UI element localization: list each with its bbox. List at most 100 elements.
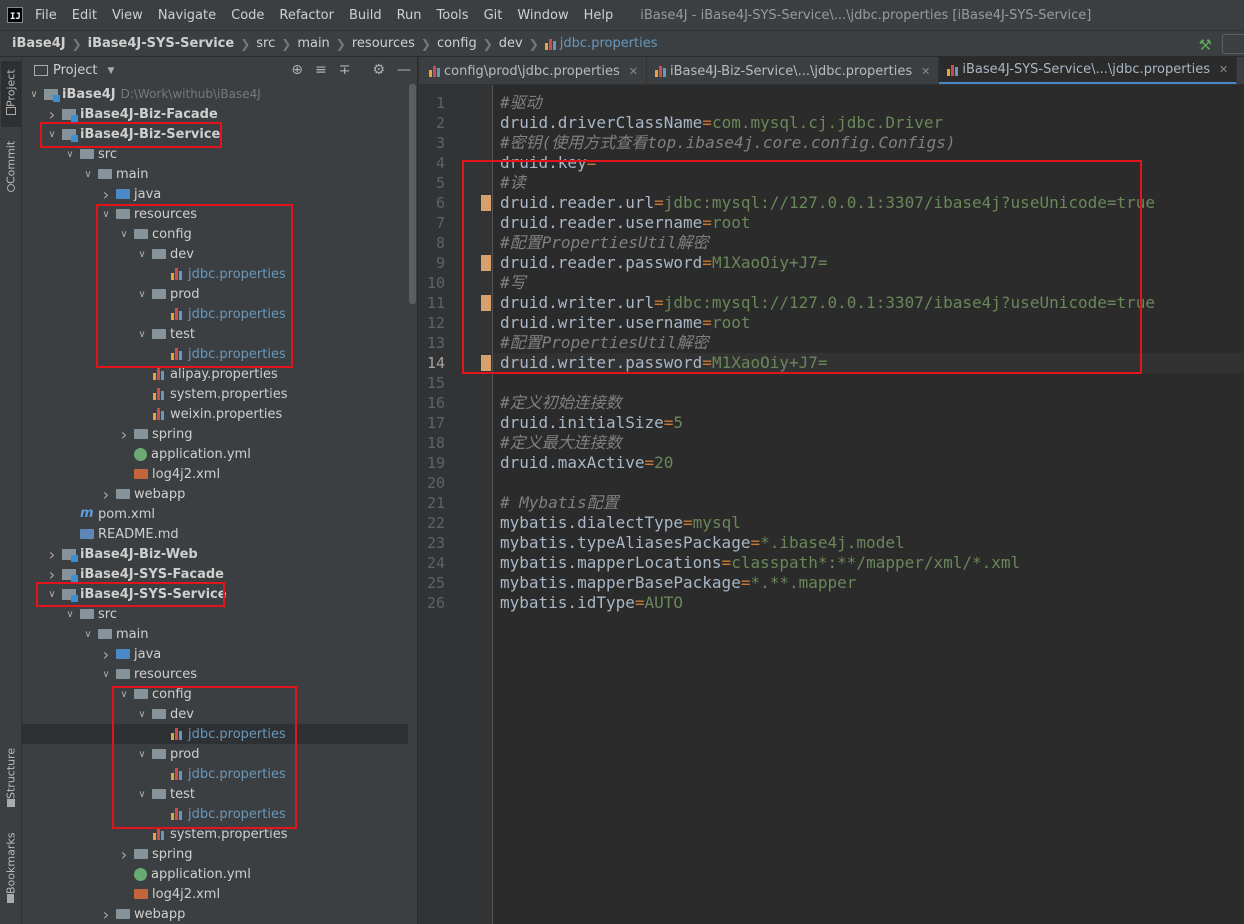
tree-item[interactable]: ∨ main bbox=[22, 164, 408, 184]
tree-item[interactable]: ›system.properties bbox=[22, 824, 408, 844]
collapse-all-icon[interactable]: ∓ bbox=[339, 62, 351, 78]
chevron-down-icon[interactable]: ∨ bbox=[82, 169, 94, 180]
code-line[interactable]: #定义最大连接数 bbox=[493, 433, 1244, 453]
chevron-down-icon[interactable]: ∨ bbox=[46, 589, 58, 600]
close-icon[interactable]: ✕ bbox=[629, 65, 638, 78]
tree-item[interactable]: ∨ resources bbox=[22, 204, 408, 224]
code-line[interactable]: mybatis.typeAliasesPackage=*.ibase4j.mod… bbox=[493, 533, 1244, 553]
tree-item[interactable]: ›jdbc.properties bbox=[22, 344, 408, 364]
editor-tab[interactable]: CsrfFilt bbox=[1237, 57, 1244, 84]
breadcrumb-item[interactable]: src bbox=[256, 36, 275, 51]
tree-item[interactable]: ›alipay.properties bbox=[22, 364, 408, 384]
hide-panel-icon[interactable]: — bbox=[397, 62, 411, 78]
tool-tab-commit[interactable]: Commit bbox=[1, 137, 21, 199]
menu-item-navigate[interactable]: Navigate bbox=[158, 8, 216, 23]
code-line[interactable]: #写 bbox=[493, 273, 1244, 293]
tree-item[interactable]: ›application.yml bbox=[22, 864, 408, 884]
code-line[interactable]: druid.driverClassName=com.mysql.cj.jdbc.… bbox=[493, 113, 1244, 133]
chevron-down-icon[interactable]: ∨ bbox=[136, 289, 148, 300]
code-line[interactable]: druid.writer.password=M1XaoOiy+J7= bbox=[493, 353, 1244, 373]
tree-item[interactable]: › iBase4J-SYS-Facade bbox=[22, 564, 408, 584]
chevron-down-icon[interactable]: ∨ bbox=[82, 629, 94, 640]
expand-all-icon[interactable]: ≡ bbox=[315, 62, 327, 78]
code-line[interactable]: mybatis.idType=AUTO bbox=[493, 593, 1244, 613]
breadcrumb-item[interactable]: dev bbox=[499, 36, 523, 51]
code-line[interactable]: mybatis.dialectType=mysql bbox=[493, 513, 1244, 533]
breadcrumb-item[interactable]: config bbox=[437, 36, 477, 51]
menu-item-view[interactable]: View bbox=[112, 8, 143, 23]
run-configuration-button[interactable] bbox=[1222, 34, 1244, 54]
code-line[interactable]: druid.reader.url=jdbc:mysql://127.0.0.1:… bbox=[493, 193, 1244, 213]
chevron-right-icon[interactable]: › bbox=[46, 565, 58, 584]
tool-tab-structure[interactable]: Structure bbox=[1, 743, 21, 815]
tree-item[interactable]: ∨ src bbox=[22, 144, 408, 164]
tool-tab-project[interactable]: Project bbox=[1, 61, 21, 127]
change-marker[interactable] bbox=[481, 255, 491, 271]
tree-item[interactable]: › java bbox=[22, 644, 408, 664]
chevron-down-icon[interactable]: ∨ bbox=[118, 689, 130, 700]
code-line[interactable]: druid.initialSize=5 bbox=[493, 413, 1244, 433]
intellij-logo-icon[interactable]: IJ bbox=[7, 7, 23, 23]
chevron-right-icon[interactable]: › bbox=[100, 485, 112, 504]
menu-item-edit[interactable]: Edit bbox=[72, 8, 97, 23]
chevron-down-icon[interactable]: ∨ bbox=[46, 129, 58, 140]
tree-item[interactable]: › iBase4J-Biz-Facade bbox=[22, 104, 408, 124]
tree-item[interactable]: › spring bbox=[22, 424, 408, 444]
chevron-down-icon[interactable]: ∨ bbox=[118, 229, 130, 240]
chevron-down-icon[interactable]: ∨ bbox=[64, 609, 76, 620]
code-line[interactable]: mybatis.mapperBasePackage=*.**.mapper bbox=[493, 573, 1244, 593]
code-line[interactable]: druid.maxActive=20 bbox=[493, 453, 1244, 473]
tree-item[interactable]: ›jdbc.properties bbox=[22, 304, 408, 324]
close-icon[interactable]: ✕ bbox=[1219, 63, 1228, 76]
tree-item[interactable]: ∨ test bbox=[22, 324, 408, 344]
menu-item-window[interactable]: Window bbox=[517, 8, 568, 23]
tree-item[interactable]: › webapp bbox=[22, 484, 408, 504]
chevron-down-icon[interactable]: ▼ bbox=[107, 66, 114, 76]
code-line[interactable]: druid.writer.url=jdbc:mysql://127.0.0.1:… bbox=[493, 293, 1244, 313]
menu-item-git[interactable]: Git bbox=[484, 8, 503, 23]
tree-item[interactable]: ∨ dev bbox=[22, 244, 408, 264]
chevron-down-icon[interactable]: ∨ bbox=[28, 89, 40, 100]
code-line[interactable]: mybatis.mapperLocations=classpath*:**/ma… bbox=[493, 553, 1244, 573]
tree-item[interactable]: ›mpom.xml bbox=[22, 504, 408, 524]
menu-item-refactor[interactable]: Refactor bbox=[279, 8, 334, 23]
tree-item[interactable]: ∨ prod bbox=[22, 284, 408, 304]
tree-item[interactable]: ∨ config bbox=[22, 224, 408, 244]
tree-item[interactable]: ∨ src bbox=[22, 604, 408, 624]
change-marker[interactable] bbox=[481, 355, 491, 371]
tree-item[interactable]: ›jdbc.properties bbox=[22, 264, 408, 284]
code-line[interactable]: #读 bbox=[493, 173, 1244, 193]
chevron-right-icon[interactable]: › bbox=[46, 545, 58, 564]
editor-tab[interactable]: config\prod\jdbc.properties ✕ bbox=[419, 57, 648, 84]
chevron-right-icon[interactable]: › bbox=[100, 185, 112, 204]
tree-item[interactable]: ∨ prod bbox=[22, 744, 408, 764]
code-line[interactable]: # Mybatis配置 bbox=[493, 493, 1244, 513]
tree-item[interactable]: ∨ dev bbox=[22, 704, 408, 724]
menu-item-build[interactable]: Build bbox=[349, 8, 382, 23]
change-marker[interactable] bbox=[481, 295, 491, 311]
chevron-right-icon[interactable]: › bbox=[100, 645, 112, 664]
chevron-down-icon[interactable]: ∨ bbox=[136, 709, 148, 720]
code-line[interactable] bbox=[493, 373, 1244, 393]
locate-icon[interactable]: ⊕ bbox=[291, 62, 303, 78]
code-line[interactable]: druid.writer.username=root bbox=[493, 313, 1244, 333]
breadcrumb-item[interactable]: jdbc.properties bbox=[560, 36, 658, 51]
editor-tab[interactable]: iBase4J-Biz-Service\...\jdbc.properties ✕ bbox=[647, 57, 940, 84]
change-marker[interactable] bbox=[481, 195, 491, 211]
chevron-right-icon[interactable]: › bbox=[46, 105, 58, 124]
gear-icon[interactable]: ⚙ bbox=[372, 62, 385, 78]
tree-item[interactable]: ∨ iBase4J-SYS-Service bbox=[22, 584, 408, 604]
tree-item[interactable]: ›log4j2.xml bbox=[22, 464, 408, 484]
breadcrumb-item[interactable]: main bbox=[297, 36, 329, 51]
tree-item[interactable]: ∨ iBase4J D:\Work\withub\iBase4J bbox=[22, 84, 408, 104]
tree-item[interactable]: ›system.properties bbox=[22, 384, 408, 404]
tree-item[interactable]: ›application.yml bbox=[22, 444, 408, 464]
tree-item[interactable]: ›jdbc.properties bbox=[22, 724, 408, 744]
menu-item-code[interactable]: Code bbox=[231, 8, 264, 23]
tree-item[interactable]: ›jdbc.properties bbox=[22, 804, 408, 824]
menu-item-run[interactable]: Run bbox=[397, 8, 422, 23]
chevron-down-icon[interactable]: ∨ bbox=[136, 749, 148, 760]
tree-item[interactable]: ∨ resources bbox=[22, 664, 408, 684]
chevron-down-icon[interactable]: ∨ bbox=[136, 249, 148, 260]
tree-item[interactable]: ∨ config bbox=[22, 684, 408, 704]
